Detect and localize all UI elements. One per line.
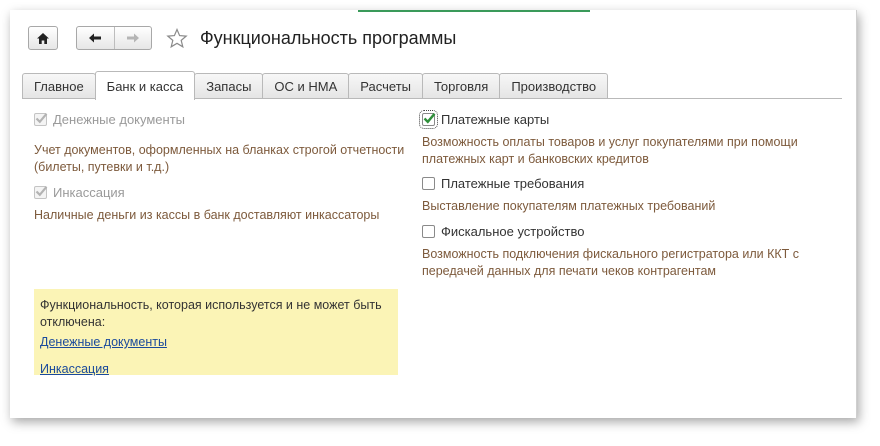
info-note: Функциональность, которая используется и… bbox=[34, 289, 398, 378]
option-description: Учет документов, оформленных на бланках … bbox=[34, 143, 405, 174]
tab-inventory[interactable]: Запасы bbox=[194, 73, 264, 99]
home-button[interactable] bbox=[28, 26, 58, 50]
tab-fixed-assets[interactable]: ОС и НМА bbox=[262, 73, 350, 99]
app-window: Функциональность программы Главное Банк … bbox=[10, 10, 857, 418]
tab-payments[interactable]: Расчеты bbox=[348, 73, 423, 99]
home-icon bbox=[37, 32, 49, 44]
back-button[interactable] bbox=[77, 27, 114, 49]
check-icon bbox=[35, 185, 48, 196]
left-options: Денежные документы Учет документов, офор… bbox=[34, 110, 424, 224]
arrow-left-icon bbox=[89, 33, 102, 43]
note-text: Функциональность, которая используется и… bbox=[40, 298, 382, 329]
option-description: Выставление покупателям платежных требов… bbox=[422, 199, 716, 213]
option-description: Наличные деньги из кассы в банк доставля… bbox=[34, 208, 380, 222]
navigation-buttons bbox=[76, 26, 152, 50]
option-payment-cards: Платежные карты bbox=[419, 109, 832, 129]
tab-bar: Главное Банк и касса Запасы ОС и НМА Рас… bbox=[22, 71, 609, 100]
star-icon bbox=[166, 27, 188, 48]
link-encashment[interactable]: Инкассация bbox=[40, 361, 392, 378]
option-label[interactable]: Платежные требования bbox=[441, 176, 584, 191]
option-description: Возможность подключения фискального реги… bbox=[422, 247, 799, 278]
option-description: Возможность оплаты товаров и услуг покуп… bbox=[422, 135, 798, 166]
window-accent-line bbox=[358, 10, 590, 12]
tab-trade[interactable]: Торговля bbox=[422, 73, 501, 99]
option-label[interactable]: Платежные карты bbox=[441, 112, 549, 127]
checkbox-cash-documents bbox=[34, 112, 48, 126]
check-icon bbox=[423, 112, 436, 124]
option-label: Денежные документы bbox=[53, 111, 186, 127]
tab-bank-cash[interactable]: Банк и касса bbox=[94, 71, 196, 100]
option-encashment: Инкассация bbox=[34, 183, 424, 201]
tab-main[interactable]: Главное bbox=[22, 73, 96, 99]
option-label: Инкассация bbox=[53, 184, 125, 200]
link-cash-documents[interactable]: Денежные документы bbox=[40, 334, 392, 351]
checkbox-payment-cards[interactable] bbox=[419, 109, 438, 129]
arrow-right-icon bbox=[126, 33, 139, 43]
forward-button[interactable] bbox=[113, 27, 152, 49]
option-fiscal-device: Фискальное устройство bbox=[422, 222, 832, 240]
option-payment-requests: Платежные требования bbox=[422, 174, 832, 192]
check-icon bbox=[35, 112, 48, 123]
option-label[interactable]: Фискальное устройство bbox=[441, 224, 584, 239]
checkbox-encashment bbox=[34, 185, 48, 199]
option-cash-documents: Денежные документы bbox=[34, 110, 424, 128]
checkbox-fiscal-device[interactable] bbox=[422, 224, 435, 238]
tab-production[interactable]: Производство bbox=[499, 73, 609, 99]
right-options: Платежные карты Возможность оплаты товар… bbox=[419, 109, 832, 280]
page-title: Функциональность программы bbox=[200, 28, 457, 48]
checkbox-payment-requests[interactable] bbox=[422, 176, 435, 190]
favorite-button[interactable] bbox=[164, 26, 190, 50]
